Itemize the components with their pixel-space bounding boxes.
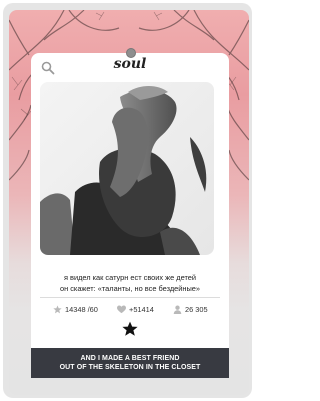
likes-value: +51414 bbox=[129, 305, 154, 314]
post-photo[interactable] bbox=[40, 82, 214, 255]
post-stats: 14348 /60 +51414 26 305 bbox=[31, 305, 229, 319]
views-stat[interactable]: 26 305 bbox=[173, 305, 208, 314]
post-banner[interactable]: AND I MADE A BEST FRIEND OUT OF THE SKEL… bbox=[31, 348, 229, 378]
caption-line-2: он скажет: «таланты, но все бездейные» bbox=[59, 284, 200, 293]
views-value: 26 305 bbox=[185, 305, 208, 314]
caption-line-1: я видел как сатурн ест своих же детей bbox=[63, 273, 196, 282]
photo-image bbox=[40, 82, 214, 255]
banner-line-1: AND I MADE A BEST FRIEND bbox=[80, 355, 180, 362]
post-caption: я видел как сатурн ест своих же детей он… bbox=[31, 272, 229, 294]
banner-line-2: OUT OF THE SKELETON IN THE CLOSET bbox=[59, 364, 201, 371]
rating-value: 14348 /60 bbox=[65, 305, 98, 314]
post-card[interactable]: soul я видел как сатурн ест своих же дет… bbox=[31, 48, 229, 378]
star-icon bbox=[53, 305, 62, 314]
star-filled-icon[interactable] bbox=[122, 321, 138, 337]
heart-icon bbox=[117, 305, 126, 314]
page-frame: soul я видел как сатурн ест своих же дет… bbox=[3, 3, 252, 398]
divider bbox=[40, 297, 220, 298]
rating-stat[interactable]: 14348 /60 bbox=[53, 305, 98, 314]
person-icon bbox=[173, 305, 182, 314]
likes-stat[interactable]: +51414 bbox=[117, 305, 154, 314]
app-logo[interactable]: soul bbox=[31, 56, 229, 72]
